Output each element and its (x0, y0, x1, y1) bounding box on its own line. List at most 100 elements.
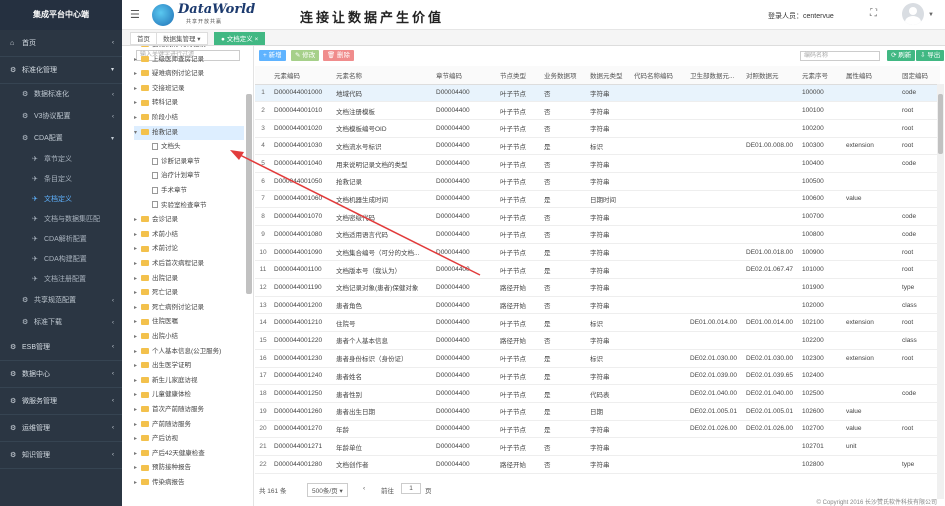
chevron-right-icon[interactable]: ▸ (134, 272, 141, 286)
chevron-right-icon[interactable]: ▸ (134, 46, 141, 52)
tree-node[interactable]: ▸ 首次产前随访服务 (134, 403, 244, 417)
sidebar-item-9[interactable]: ✈ CDA解析配置 (0, 230, 122, 250)
sidebar-item-4[interactable]: ⚙ CDA配置 ▾ (0, 128, 122, 150)
chevron-right-icon[interactable]: ▸ (134, 418, 141, 432)
tree-node[interactable]: ▸ 个人基本信息(公卫服务) (134, 345, 244, 359)
tree-node[interactable]: ▸ 上级医师查房记录 (134, 53, 244, 67)
table-row[interactable]: 15 D000044001220 患者个人基本信息 D00004400 路径开始否字符串… (255, 331, 940, 350)
scrollbar-thumb[interactable] (938, 94, 943, 154)
menu-toggle-icon[interactable]: ☰ (130, 8, 140, 21)
tree-node[interactable]: ▾ 抢救记录 (134, 125, 244, 140)
tree-node[interactable]: ▸ 出院记录 (134, 272, 244, 286)
sidebar-item-7[interactable]: ✈ 文档定义 (0, 190, 122, 210)
chevron-right-icon[interactable]: ▸ (134, 374, 141, 388)
tree-node[interactable]: ▸ 阶段小结 (134, 111, 244, 125)
table-row[interactable]: 20 D000044001270 年龄 D00004400 叶子节点是字符串 DE02.0… (255, 420, 940, 439)
tree-node[interactable]: ▸ 住院医嘱 (134, 315, 244, 329)
column-header[interactable]: 元素名称 (333, 66, 433, 85)
table-row[interactable]: 8 D000044001070 文档密级代码 D00004400 叶子节点否字符串 100… (255, 207, 940, 226)
column-header[interactable]: 业务数据项 (541, 66, 587, 85)
column-header[interactable]: 对照数据元 (743, 66, 799, 85)
chevron-right-icon[interactable]: ▸ (134, 447, 141, 461)
sidebar-item-6[interactable]: ✈ 条目定义 (0, 170, 122, 190)
sidebar-item-16[interactable]: ⚙ 微服务管理 ‹ (0, 388, 122, 415)
column-header[interactable]: 代码名称编码 (631, 66, 687, 85)
column-header[interactable]: 章节编码 (433, 66, 497, 85)
sidebar-item-0[interactable]: ⌂ 首页 ‹ (0, 30, 122, 57)
tree-node[interactable]: ▸ 产前随访服务 (134, 418, 244, 432)
tree-node[interactable]: ▸ 死亡记录 (134, 286, 244, 300)
refresh-button[interactable]: ⟳ 刷新 (887, 50, 916, 61)
column-header[interactable]: 元素序号 (799, 66, 843, 85)
column-header[interactable]: 元素编码 (271, 66, 333, 85)
sidebar-item-3[interactable]: ⚙ V3协议配置 ‹ (0, 106, 122, 128)
chevron-right-icon[interactable]: ▸ (134, 213, 141, 227)
table-row[interactable]: 5 D000044001040 用来说明记录文档的类型 D00004400 叶子节点否字… (255, 154, 940, 173)
column-header[interactable]: 属性编码 (843, 66, 899, 85)
tree-node[interactable]: ▸ 死亡病例讨论记录 (134, 301, 244, 315)
edit-button[interactable]: ✎ 修改 (291, 50, 320, 61)
chevron-right-icon[interactable]: ▸ (134, 96, 141, 110)
tree-node[interactable]: ▸ 术前小结 (134, 228, 244, 242)
tree-node[interactable]: ▸ 器械试剂/耗材记录 (134, 46, 244, 52)
tree-node[interactable]: 治疗计划章节 (152, 169, 244, 183)
tree-node[interactable]: ▸ 出院小结 (134, 330, 244, 344)
chevron-right-icon[interactable]: ▸ (134, 388, 141, 402)
table-row[interactable]: 4 D000044001030 文档流水号标识 D00004400 叶子节点是标识 DE0… (255, 137, 940, 156)
chevron-right-icon[interactable]: ▸ (134, 67, 141, 81)
table-row[interactable]: 18 D000044001250 患者性别 D00004400 叶子节点是代码表 DE02… (255, 384, 940, 403)
tree-node[interactable]: 文档头 (152, 140, 244, 154)
fullscreen-icon[interactable]: ⛶ (870, 8, 877, 19)
prev-page-icon[interactable]: ‹ (363, 485, 365, 492)
tree-node[interactable]: ▸ 传染病报告 (134, 476, 244, 490)
table-row[interactable]: 7 D000044001060 文档机器生成时间 D00004400 叶子节点是日期时间… (255, 190, 940, 209)
tree-node[interactable]: ▸ 术后首次病程记录 (134, 257, 244, 271)
chevron-right-icon[interactable]: ▸ (134, 432, 141, 446)
tree-node[interactable]: ▸ 预防接种报告 (134, 461, 244, 475)
table-row[interactable]: 22 D000044001280 文档创作者 D00004400 路径开始否字符串 102… (255, 455, 940, 474)
page-input[interactable]: 1 (401, 483, 421, 494)
column-header[interactable]: 数据元类型 (587, 66, 631, 85)
tree-node[interactable]: 手术章节 (152, 184, 244, 198)
chevron-right-icon[interactable]: ▸ (134, 301, 141, 315)
sidebar-item-10[interactable]: ✈ CDA构建配置 (0, 250, 122, 270)
chevron-right-icon[interactable]: ▸ (134, 228, 141, 242)
chevron-down-icon[interactable]: ▼ (928, 12, 934, 18)
sidebar-item-5[interactable]: ✈ 章节定义 (0, 150, 122, 170)
chevron-right-icon[interactable]: ▸ (134, 242, 141, 256)
tab-document-definition[interactable]: ● 文档定义 × (214, 32, 266, 45)
avatar[interactable] (902, 3, 924, 25)
sidebar-item-15[interactable]: ⚙ 数据中心 ‹ (0, 361, 122, 388)
chevron-right-icon[interactable]: ▸ (134, 315, 141, 329)
table-row[interactable]: 12 D000044001190 文档记录对象(患者)保健对象 D00004400 路径… (255, 278, 940, 297)
table-row[interactable]: 21 D000044001271 年龄单位 D00004400 叶子节点否字符串 1027… (255, 437, 940, 456)
chevron-right-icon[interactable]: ▸ (134, 345, 141, 359)
table-row[interactable]: 13 D000044001200 患者角色 D00004400 路径开始否字符串 1020… (255, 296, 940, 315)
tree-scrollbar[interactable] (246, 94, 252, 294)
tree-node[interactable]: ▸ 会诊记录 (134, 213, 244, 227)
table-row[interactable]: 11 D000044001100 文档版本号（我认为） D00004400 叶子节点是字… (255, 260, 940, 280)
chevron-right-icon[interactable]: ▸ (134, 53, 141, 67)
tree-node[interactable]: 诊断记录章节 (152, 155, 244, 169)
chevron-right-icon[interactable]: ▸ (134, 286, 141, 300)
tab-dataset[interactable]: 数据集管理 ▾ (156, 32, 208, 45)
table-scrollbar[interactable] (937, 84, 944, 499)
tab-home[interactable]: 首页 (130, 32, 157, 45)
chevron-right-icon[interactable]: ▸ (134, 461, 141, 475)
tree-node[interactable]: ▸ 交接班记录 (134, 82, 244, 96)
table-row[interactable]: 2 D000044001010 文档注册模板 D00004400 叶子节点否字符串 100… (255, 101, 940, 120)
column-header[interactable]: 固定编码 (899, 66, 940, 85)
chevron-right-icon[interactable]: ▸ (134, 82, 141, 96)
sidebar-item-17[interactable]: ⚙ 运维管理 ‹ (0, 415, 122, 442)
table-row[interactable]: 17 D000044001240 患者姓名 D00004400 叶子节点是字符串 DE02… (255, 367, 940, 386)
chevron-right-icon[interactable]: ▸ (134, 403, 141, 417)
sidebar-item-12[interactable]: ⚙ 共享规范配置 ‹ (0, 290, 122, 312)
tree-node[interactable]: ▸ 术前讨论 (134, 242, 244, 256)
column-header[interactable] (255, 66, 271, 85)
chevron-right-icon[interactable]: ▸ (134, 359, 141, 373)
tree-node[interactable]: ▸ 产后访视 (134, 432, 244, 446)
table-row[interactable]: 10 D000044001090 文档集合编号（可分的文档... D00004400 叶… (255, 243, 940, 262)
export-button[interactable]: ⇩ 导出 (916, 50, 945, 61)
chevron-right-icon[interactable]: ▸ (134, 476, 141, 490)
chevron-right-icon[interactable]: ▸ (134, 330, 141, 344)
